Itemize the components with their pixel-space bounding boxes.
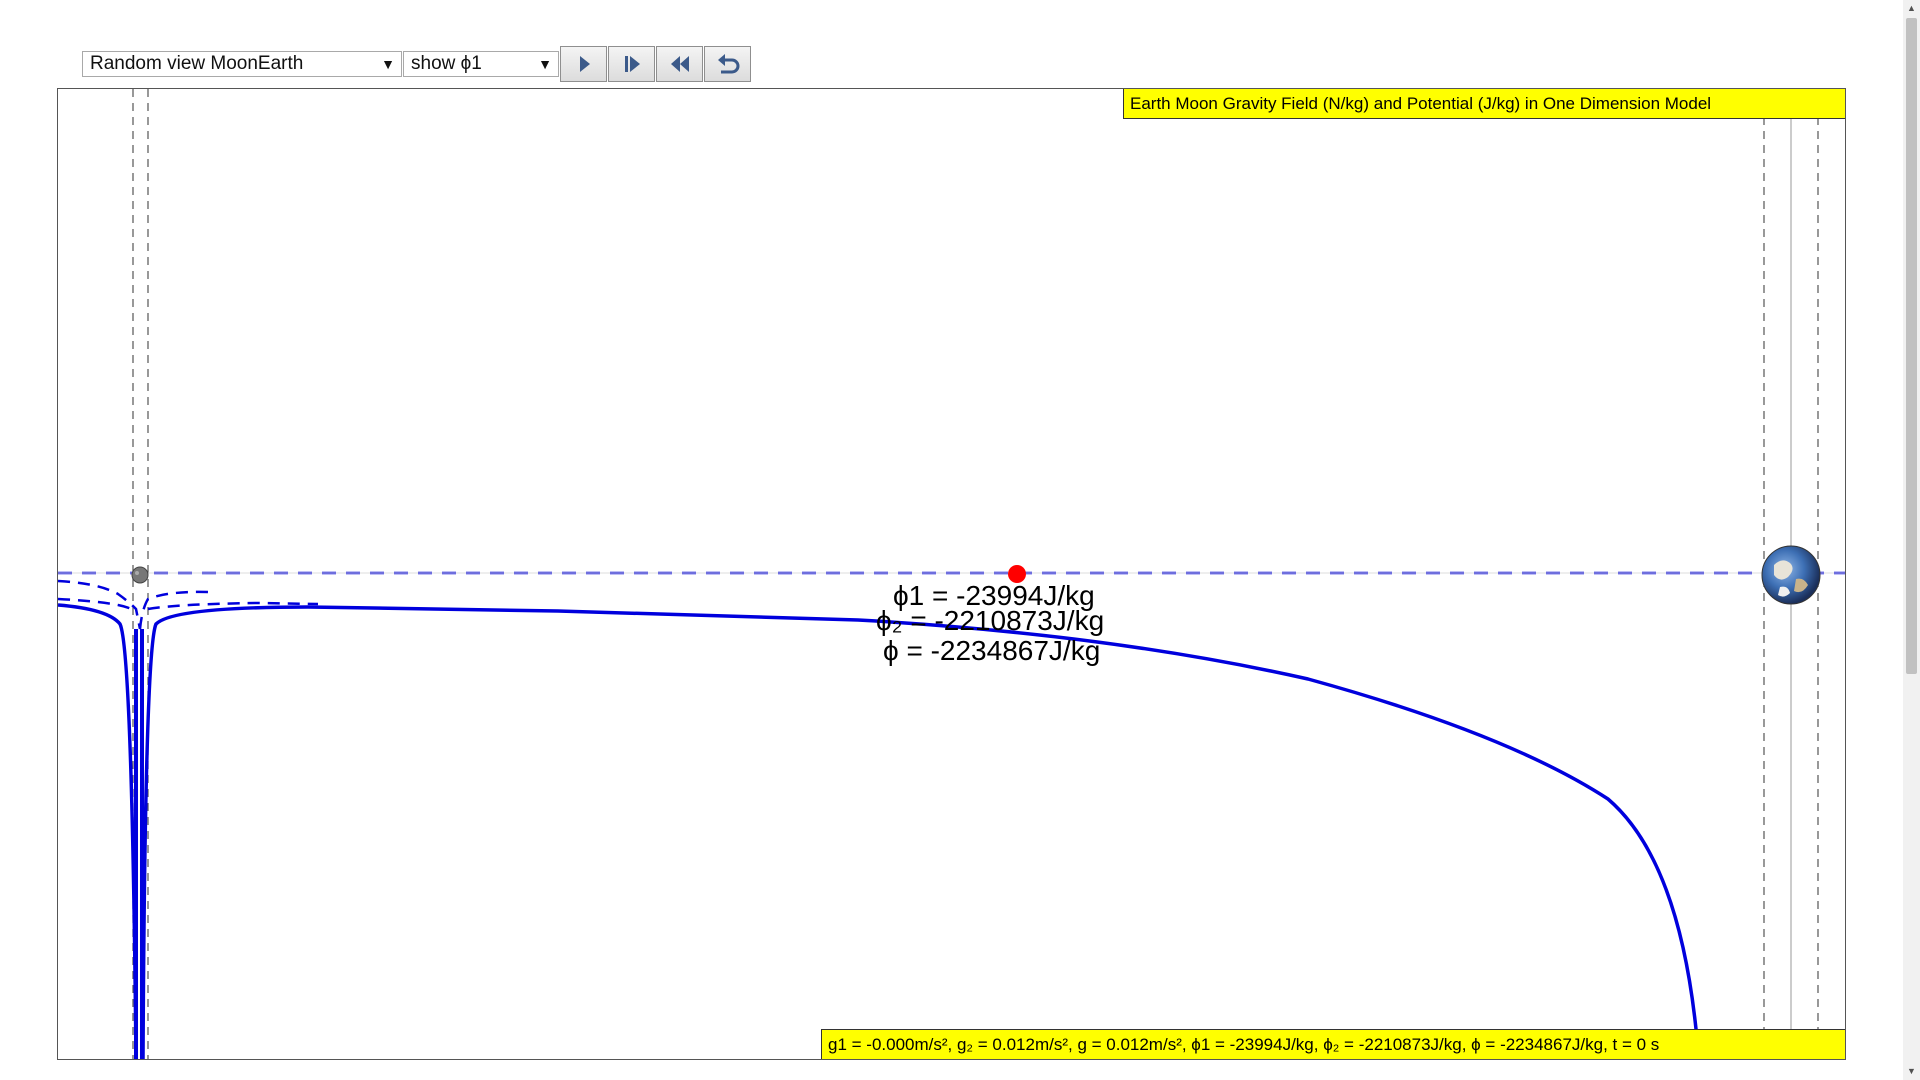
rewind-button[interactable] xyxy=(656,46,703,82)
scroll-down-icon[interactable]: ▼ xyxy=(1903,1063,1920,1080)
moon-icon xyxy=(131,566,149,584)
total-potential-curve xyxy=(141,605,1702,1059)
scroll-up-icon[interactable]: ▲ xyxy=(1903,0,1920,17)
status-bar: g1 = -0.000m/s², g₂ = 0.012m/s², g = 0.0… xyxy=(821,1029,1845,1059)
moon-crater xyxy=(135,571,139,575)
show-select-value: show ϕ1 xyxy=(411,53,482,74)
view-select[interactable]: Random view MoonEarth ▼ xyxy=(82,51,402,77)
phi-readout: ϕ = -2234867J/kg xyxy=(883,635,1101,666)
plot-title: Earth Moon Gravity Field (N/kg) and Pote… xyxy=(1123,89,1845,119)
moon-well xyxy=(134,629,144,1059)
chevron-down-icon: ▼ xyxy=(538,56,552,72)
rewind-icon xyxy=(670,56,689,72)
scroll-thumb[interactable] xyxy=(1906,18,1917,674)
reset-icon xyxy=(717,54,739,74)
earth-potential-curve xyxy=(58,597,319,613)
earth-icon xyxy=(1761,545,1821,605)
phi2-readout: ϕ₂ = -2210873J/kg xyxy=(876,605,1105,636)
reset-button[interactable] xyxy=(704,46,751,82)
view-select-value: Random view MoonEarth xyxy=(90,53,304,74)
total-potential-curve-left xyxy=(58,603,138,1059)
show-select[interactable]: show ϕ1 ▼ xyxy=(403,51,559,77)
play-button[interactable] xyxy=(560,46,607,82)
plot-canvas xyxy=(58,89,1845,1059)
vertical-scrollbar[interactable]: ▲ ▼ xyxy=(1903,0,1920,1080)
play-icon xyxy=(579,56,590,72)
step-forward-icon xyxy=(624,56,640,72)
toolbar: Random view MoonEarth ▼ show ϕ1 ▼ xyxy=(82,46,751,82)
chevron-down-icon: ▼ xyxy=(381,56,395,72)
step-forward-button[interactable] xyxy=(608,46,655,82)
plot-area[interactable]: Earth Moon Gravity Field (N/kg) and Pote… xyxy=(57,88,1846,1060)
